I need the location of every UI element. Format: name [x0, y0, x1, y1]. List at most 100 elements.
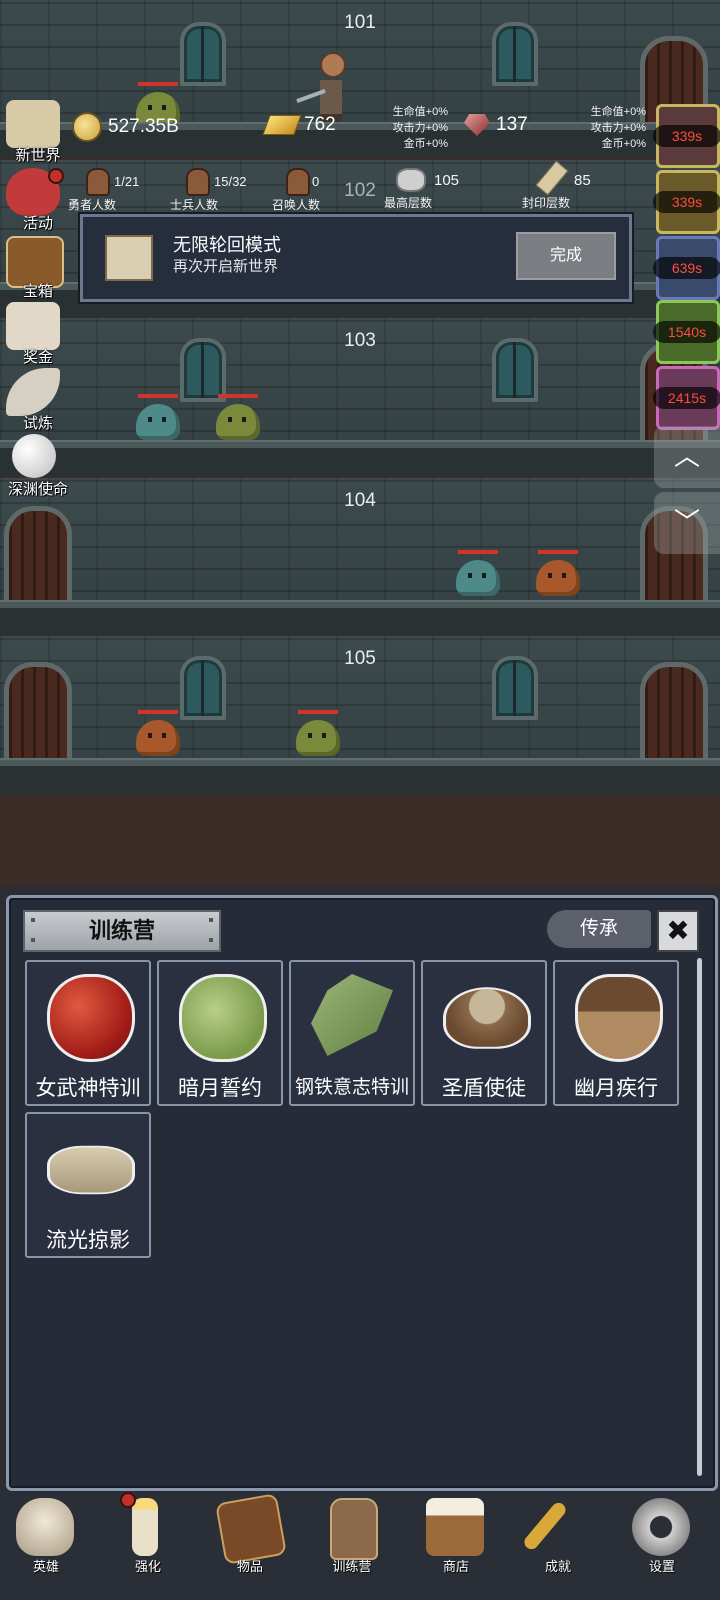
timer-slot[interactable]: 339s: [653, 170, 720, 234]
coin-counter: 527.35B: [72, 112, 179, 142]
trial-label: 试炼: [22, 415, 53, 432]
candle-icon: [132, 1498, 158, 1556]
chest-button[interactable]: 宝箱: [0, 236, 72, 300]
nav-achievement[interactable]: 成就: [508, 1492, 608, 1592]
enemy-hp-bar: [138, 82, 178, 86]
training-card[interactable]: 女武神特训: [25, 960, 151, 1106]
cabbage-icon: [179, 974, 267, 1062]
notification-subtitle: 再次开启新世界: [173, 258, 279, 275]
skull-icon: [16, 1498, 74, 1556]
training-camp-panel: 训练营 传承 ✖ 女武神特训 暗月誓约 钢铁意志特训 圣盾使徒 幽月疾行 流光掠…: [6, 895, 718, 1491]
door: [640, 662, 708, 768]
scrollbar[interactable]: [697, 958, 702, 1476]
abyss-mission-button[interactable]: 深渊使命: [0, 434, 72, 498]
timer-slot[interactable]: 2415s: [653, 366, 720, 430]
nav-upgrade[interactable]: 强化: [98, 1492, 198, 1592]
key-icon: [521, 1500, 569, 1552]
floor-number: 104: [344, 490, 376, 511]
nav-training-camp[interactable]: 训练营: [302, 1492, 402, 1592]
close-icon[interactable]: ✖: [657, 910, 699, 952]
gold-bar-counter: 762: [262, 114, 336, 136]
training-card[interactable]: 圣盾使徒: [421, 960, 547, 1106]
inherit-button[interactable]: 传承: [547, 910, 651, 948]
chevron-up-icon: ︿: [673, 441, 700, 471]
summon-count-icon: [286, 168, 310, 196]
training-name: 幽月疾行: [574, 1077, 658, 1100]
buff-list-left: 生命值+0% 攻击力+0% 金币+0%: [366, 104, 448, 152]
slime-enemy[interactable]: [136, 404, 180, 440]
window: [492, 22, 538, 86]
slime-enemy[interactable]: [296, 720, 340, 756]
map-icon: [6, 100, 60, 148]
nav-label: 成就: [544, 1559, 571, 1574]
gold-bar-icon: [262, 115, 302, 135]
pearl-icon: [12, 434, 56, 478]
timer-slot[interactable]: 1540s: [653, 300, 720, 364]
timer-slot[interactable]: 339s: [653, 104, 720, 168]
training-name: 暗月誓约: [178, 1077, 262, 1100]
gold-bar-value: 762: [304, 114, 336, 135]
training-card[interactable]: 暗月誓约: [157, 960, 283, 1106]
slime-enemy[interactable]: [216, 404, 260, 440]
timer-label: 339s: [653, 125, 720, 147]
timer-label: 639s: [653, 257, 720, 279]
door: [4, 662, 72, 768]
complete-button[interactable]: 完成: [516, 232, 616, 280]
buff-hp: 生命值+0%: [392, 106, 448, 118]
hero-count-icon: [86, 168, 110, 196]
reward-button[interactable]: 奖金: [0, 302, 72, 366]
fish-bone-icon: [47, 1145, 135, 1195]
enemy-hp-bar: [298, 710, 338, 714]
enemy-hp-bar: [458, 550, 498, 554]
nav-items[interactable]: 物品: [200, 1492, 300, 1592]
floor-number: 103: [344, 330, 376, 351]
slime-enemy[interactable]: [536, 560, 580, 596]
notification-dot: [120, 1492, 136, 1508]
gem-counter: 137: [464, 114, 528, 136]
new-world-label: 新世界: [15, 147, 61, 164]
nav-label: 物品: [236, 1559, 263, 1574]
buff-atk: 攻击力+0%: [590, 122, 646, 134]
notification-dot: [48, 168, 64, 184]
timer-label: 1540s: [653, 321, 720, 343]
training-name: 圣盾使徒: [442, 1077, 526, 1100]
letter-icon: [6, 302, 60, 350]
trial-button[interactable]: 试炼: [0, 368, 72, 432]
event-label: 活动: [22, 215, 53, 232]
training-card[interactable]: 流光掠影: [25, 1112, 151, 1258]
chevron-down-icon: ﹀: [673, 507, 700, 537]
mode-notification: 无限轮回模式 再次开启新世界 完成: [80, 214, 632, 302]
buff-atk: 攻击力+0%: [392, 122, 448, 134]
coin-value: 527.35B: [108, 116, 179, 137]
buff-gold: 金币+0%: [403, 138, 448, 150]
slime-enemy[interactable]: [136, 720, 180, 756]
new-world-button[interactable]: 新世界: [0, 100, 72, 164]
event-button[interactable]: 活动: [0, 168, 72, 232]
bottom-nav: 英雄 强化 物品 训练营 商店 成就 设置: [0, 1492, 720, 1600]
floor-number: 102: [344, 180, 376, 201]
timer-slot[interactable]: 639s: [653, 236, 720, 300]
window: [180, 338, 226, 402]
nav-label: 训练营: [332, 1559, 372, 1574]
scroll-down-button[interactable]: ﹀: [654, 492, 720, 554]
floor-104: 104: [0, 478, 720, 636]
training-card[interactable]: 幽月疾行: [553, 960, 679, 1106]
nav-label: 英雄: [32, 1559, 59, 1574]
lantern-icon: [330, 1498, 378, 1560]
coin-icon: [72, 112, 102, 142]
timer-label: 2415s: [653, 387, 720, 409]
window: [492, 656, 538, 720]
apple-icon: [47, 974, 135, 1062]
window: [492, 338, 538, 402]
floor-number: 101: [344, 12, 376, 33]
nav-hero[interactable]: 英雄: [0, 1492, 96, 1592]
training-name: 流光掠影: [46, 1229, 130, 1252]
training-card[interactable]: 钢铁意志特训: [289, 960, 415, 1106]
slime-enemy[interactable]: [456, 560, 500, 596]
scroll-up-button[interactable]: ︿: [654, 426, 720, 488]
bowl-icon: [443, 987, 531, 1049]
gem-value: 137: [496, 114, 528, 135]
enemy-hp-bar: [138, 394, 178, 398]
nav-shop[interactable]: 商店: [406, 1492, 506, 1592]
nav-settings[interactable]: 设置: [612, 1492, 712, 1592]
